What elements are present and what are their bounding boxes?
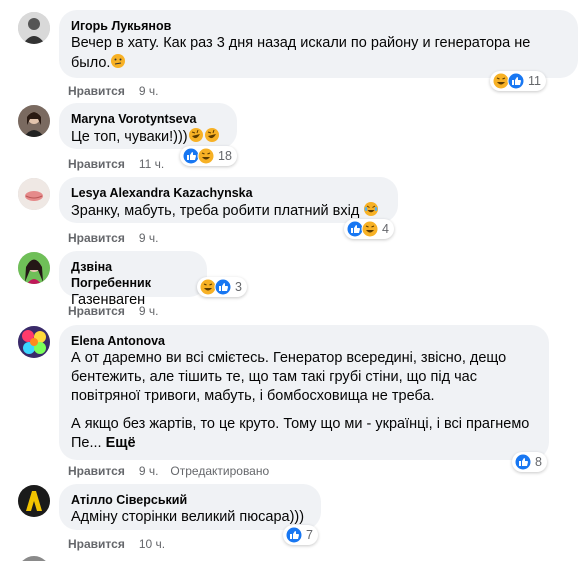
comment-paragraph: А от даремно ви всі смієтесь. Генератор … — [71, 350, 507, 404]
like-reaction-icon — [514, 453, 532, 471]
laughing-tears-icon — [364, 202, 379, 216]
comment-author[interactable]: Elena Antonova — [71, 333, 537, 349]
like-button[interactable]: Нравится — [68, 157, 125, 171]
like-button[interactable]: Нравится — [68, 84, 125, 98]
like-button[interactable]: Нравится — [68, 231, 125, 245]
comment-actions: Нравится 9 ч. — [68, 304, 158, 318]
comment-bubble: Дзвіна Погребенник Газенваген — [59, 251, 207, 308]
comment-actions: Нравится 10 ч. — [68, 537, 165, 551]
avatar[interactable] — [18, 105, 50, 137]
comment-bubble: Игорь Лукьянов Вечер в хату. Как раз 3 д… — [59, 10, 578, 78]
comment-text: А от даремно ви всі смієтесь. Генератор … — [71, 349, 537, 453]
reaction-summary[interactable]: 8 — [512, 452, 547, 472]
comment-author[interactable]: Дзвіна Погребенник — [71, 259, 195, 291]
reaction-summary[interactable]: 7 — [283, 525, 318, 545]
comment-author[interactable]: Атілло Сіверський — [71, 492, 309, 508]
timestamp[interactable]: 9 ч. — [139, 304, 159, 318]
edited-label[interactable]: Отредактировано — [170, 464, 269, 478]
reaction-count: 18 — [218, 149, 232, 163]
avatar[interactable] — [18, 326, 50, 358]
reaction-count: 7 — [306, 528, 313, 542]
timestamp[interactable]: 11 ч. — [139, 157, 164, 171]
timestamp[interactable]: 9 ч. — [139, 464, 159, 478]
reaction-count: 11 — [528, 74, 541, 88]
timestamp[interactable]: 9 ч. — [139, 84, 159, 98]
avatar[interactable] — [18, 178, 50, 210]
see-more-link[interactable]: Ещё — [106, 435, 136, 451]
haha-reaction-icon — [361, 220, 379, 238]
like-button[interactable]: Нравится — [68, 464, 125, 478]
reaction-count: 3 — [235, 280, 242, 294]
comment-actions: Нравится 9 ч. Отредактировано — [68, 464, 269, 478]
reaction-summary[interactable]: 11 — [490, 71, 546, 91]
comment-bubble: Elena Antonova А от даремно ви всі смієт… — [59, 325, 549, 460]
avatar[interactable] — [18, 252, 50, 284]
like-button[interactable]: Нравится — [68, 304, 125, 318]
haha-reaction-icon — [197, 147, 215, 165]
avatar[interactable] — [18, 12, 50, 44]
comment-actions: Нравится 11 ч. — [68, 157, 164, 171]
avatar[interactable] — [18, 556, 50, 561]
thinking-face-icon — [111, 54, 126, 68]
reaction-count: 4 — [382, 222, 389, 236]
reaction-summary[interactable]: 18 — [180, 146, 237, 166]
reaction-summary[interactable]: 3 — [197, 277, 247, 297]
comment-author[interactable]: Maryna Vorotyntseva — [71, 111, 225, 127]
comment-actions: Нравится 9 ч. — [68, 231, 158, 245]
like-reaction-icon — [285, 526, 303, 544]
timestamp[interactable]: 9 ч. — [139, 231, 159, 245]
comment-bubble: Атілло Сіверський Адміну сторінки велики… — [59, 484, 321, 530]
comment-text: Зранку, мабуть, треба робити платний вхі… — [71, 201, 386, 221]
like-reaction-icon — [214, 278, 232, 296]
comment-text: Вечер в хату. Как раз 3 дня назад искали… — [71, 35, 531, 71]
like-button[interactable]: Нравится — [68, 537, 125, 551]
comment-text: Адміну сторінки великий пюсара))) — [71, 509, 305, 525]
comment-author[interactable]: Игорь Лукьянов — [71, 18, 566, 34]
rofl-icon — [188, 128, 203, 142]
avatar[interactable] — [18, 485, 50, 517]
reaction-summary[interactable]: 4 — [344, 219, 394, 239]
comment-text: Це топ, чуваки!))) — [71, 127, 225, 147]
comment-bubble: Lesya Alexandra Kazachynska Зранку, мабу… — [59, 177, 398, 223]
like-reaction-icon — [507, 72, 525, 90]
comment-author[interactable]: Lesya Alexandra Kazachynska — [71, 185, 386, 201]
timestamp[interactable]: 10 ч. — [139, 537, 165, 551]
comment-paragraph: А якщо без жартів, то це круто. Тому що … — [71, 416, 530, 451]
reaction-count: 8 — [535, 455, 542, 469]
rofl-icon — [204, 128, 219, 142]
comment-actions: Нравится 9 ч. — [68, 84, 158, 98]
comment-bubble: Maryna Vorotyntseva Це топ, чуваки!))) — [59, 103, 237, 149]
